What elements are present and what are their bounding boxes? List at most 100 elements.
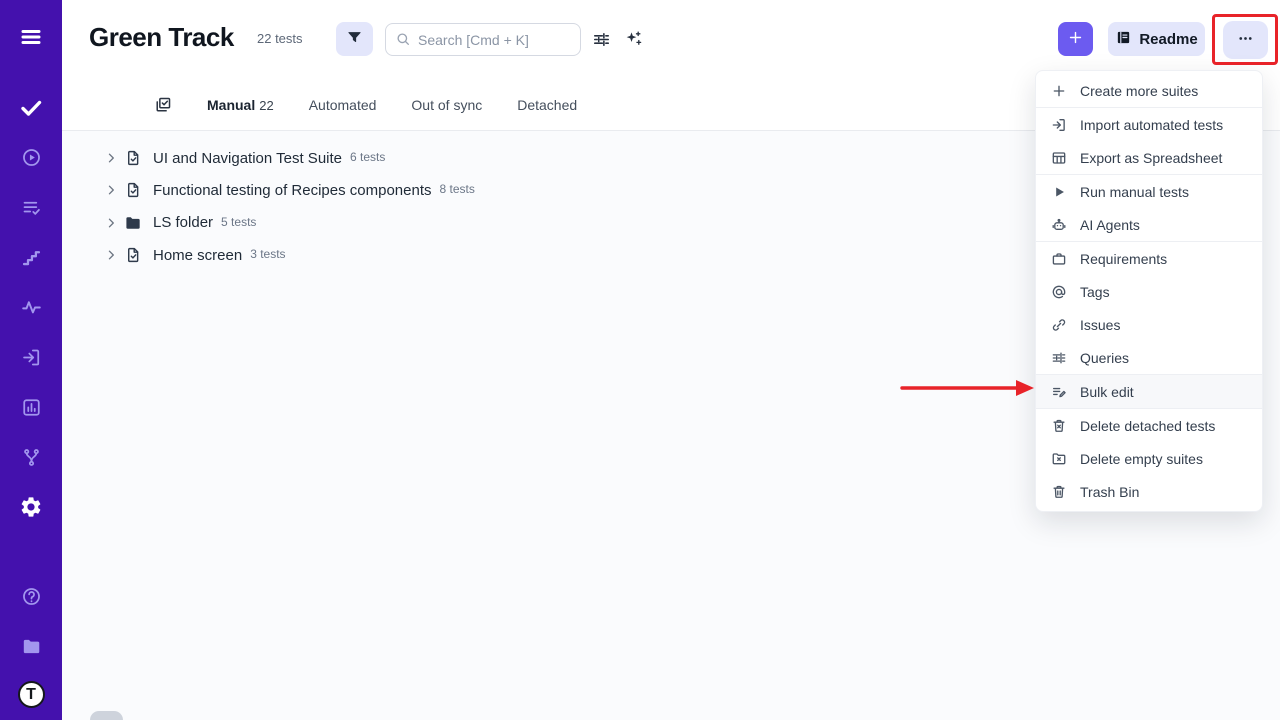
readme-button[interactable]: Readme xyxy=(1108,22,1205,56)
menu-item-issues[interactable]: Issues xyxy=(1036,308,1262,341)
funnel-icon xyxy=(346,29,363,49)
menu-item-tags[interactable]: Tags xyxy=(1036,275,1262,308)
more-options-menu: Create more suites Import automated tests… xyxy=(1035,70,1263,512)
menu-item-bulk-edit[interactable]: Bulk edit xyxy=(1036,375,1262,408)
sidebar-item-play-circle[interactable] xyxy=(6,132,56,182)
suite-test-count: 5 tests xyxy=(221,215,256,229)
sidebar-item-branch[interactable] xyxy=(6,432,56,482)
menu-item-ai-agents[interactable]: AI Agents xyxy=(1036,208,1262,241)
menu-item-trash-bin[interactable]: Trash Bin xyxy=(1036,475,1262,508)
suite-test-count: 3 tests xyxy=(250,247,285,261)
book-icon xyxy=(1115,29,1132,50)
sparkles-ai-icon[interactable] xyxy=(624,29,643,53)
menu-item-label: Export as Spreadsheet xyxy=(1080,150,1222,166)
sliders-icon xyxy=(592,30,611,49)
list-check-icon xyxy=(21,197,42,218)
sidebar-item-folder[interactable] xyxy=(6,621,56,671)
import-icon xyxy=(1051,117,1067,133)
folder-icon xyxy=(124,214,142,232)
menu-item-delete-empty-suites[interactable]: Delete empty suites xyxy=(1036,442,1262,475)
tab-manual[interactable]: Manual22 xyxy=(207,97,274,113)
check-icon xyxy=(19,95,43,119)
document-check-icon xyxy=(124,246,142,264)
briefcase-icon xyxy=(1051,251,1067,267)
adjustments-icon[interactable] xyxy=(592,30,611,54)
sidebar: T xyxy=(0,0,62,720)
suite-row[interactable]: Home screen 3 tests xyxy=(103,239,475,271)
chevron-right-icon[interactable] xyxy=(103,150,119,166)
at-sign-icon xyxy=(1051,284,1067,300)
ellipsis-icon xyxy=(1236,29,1255,51)
checklist-icon xyxy=(154,96,172,114)
chevron-right-icon[interactable] xyxy=(103,247,119,263)
add-button[interactable] xyxy=(1058,22,1093,56)
sidebar-item-help[interactable] xyxy=(6,571,56,621)
chevron-right-icon[interactable] xyxy=(103,182,119,198)
suite-test-count: 8 tests xyxy=(440,182,475,196)
menu-item-label: Requirements xyxy=(1080,251,1167,267)
search-icon xyxy=(395,31,411,47)
sidebar-item-list-check[interactable] xyxy=(6,182,56,232)
menu-item-run-manual-tests[interactable]: Run manual tests xyxy=(1036,175,1262,208)
play-icon xyxy=(1051,184,1067,200)
sidebar-item-check[interactable] xyxy=(6,82,56,132)
book-icon xyxy=(1115,29,1132,46)
menu-item-create-more-suites[interactable]: Create more suites xyxy=(1036,74,1262,107)
sidebar-item-pulse[interactable] xyxy=(6,282,56,332)
suite-name[interactable]: Functional testing of Recipes components xyxy=(153,182,432,199)
menu-item-import-automated-tests[interactable]: Import automated tests xyxy=(1036,108,1262,141)
tab-count: 22 xyxy=(259,98,273,113)
chevron-right-icon[interactable] xyxy=(103,215,119,231)
menu-item-label: Import automated tests xyxy=(1080,117,1223,133)
chevron-right-icon xyxy=(103,182,119,198)
tabs-bar: Manual22 Automated Out of sync Detached xyxy=(154,88,577,122)
menu-item-queries[interactable]: Queries xyxy=(1036,341,1262,374)
play-circle-icon xyxy=(21,147,42,168)
suite-row[interactable]: LS folder 5 tests xyxy=(103,207,475,239)
more-options-button[interactable] xyxy=(1223,21,1268,59)
trash-icon xyxy=(1051,484,1067,500)
plus-icon xyxy=(1067,29,1084,49)
menu-item-label: Queries xyxy=(1080,350,1129,366)
suite-row[interactable]: Functional testing of Recipes components… xyxy=(103,174,475,206)
suite-name[interactable]: Home screen xyxy=(153,247,242,264)
menu-item-label: Create more suites xyxy=(1080,83,1198,99)
suite-row[interactable]: UI and Navigation Test Suite 6 tests xyxy=(103,142,475,174)
trash-icon xyxy=(1051,484,1067,500)
readme-label: Readme xyxy=(1139,31,1197,48)
tab-detached[interactable]: Detached xyxy=(517,97,577,113)
bulk-edit-icon xyxy=(1051,384,1067,400)
sidebar-item-bar-chart[interactable] xyxy=(6,382,56,432)
trash-x-icon xyxy=(1051,418,1067,434)
menu-item-label: Delete empty suites xyxy=(1080,451,1203,467)
menu-item-delete-detached-tests[interactable]: Delete detached tests xyxy=(1036,409,1262,442)
sidebar-item-steps[interactable] xyxy=(6,232,56,282)
suite-name[interactable]: LS folder xyxy=(153,214,213,231)
select-all-icon[interactable] xyxy=(154,96,172,114)
app-logo[interactable]: T xyxy=(18,681,45,708)
sidebar-item-gear[interactable] xyxy=(6,482,56,532)
document-check-icon xyxy=(124,149,142,167)
document-check-icon xyxy=(124,181,142,199)
sidebar-item-import[interactable] xyxy=(6,332,56,382)
tab-out-of-sync[interactable]: Out of sync xyxy=(411,97,482,113)
suite-test-count: 6 tests xyxy=(350,150,385,164)
plus-icon xyxy=(1067,29,1084,46)
robot-icon xyxy=(1051,217,1067,233)
robot-icon xyxy=(1051,217,1067,233)
filter-button[interactable] xyxy=(336,22,373,56)
chevron-right-icon xyxy=(103,215,119,231)
search-input[interactable] xyxy=(385,23,581,56)
bar-chart-icon xyxy=(21,397,42,418)
pulse-icon xyxy=(21,297,42,318)
menu-item-requirements[interactable]: Requirements xyxy=(1036,242,1262,275)
tab-automated[interactable]: Automated xyxy=(309,97,377,113)
document-check-icon xyxy=(124,181,142,199)
sparkles-icon xyxy=(624,29,643,48)
bottom-left-widget[interactable] xyxy=(90,711,123,720)
suite-name[interactable]: UI and Navigation Test Suite xyxy=(153,150,342,167)
menu-item-export-as-spreadsheet[interactable]: Export as Spreadsheet xyxy=(1036,141,1262,174)
branch-icon xyxy=(21,447,42,468)
spreadsheet-icon xyxy=(1051,150,1067,166)
sidebar-item-hamburger[interactable] xyxy=(6,12,56,62)
